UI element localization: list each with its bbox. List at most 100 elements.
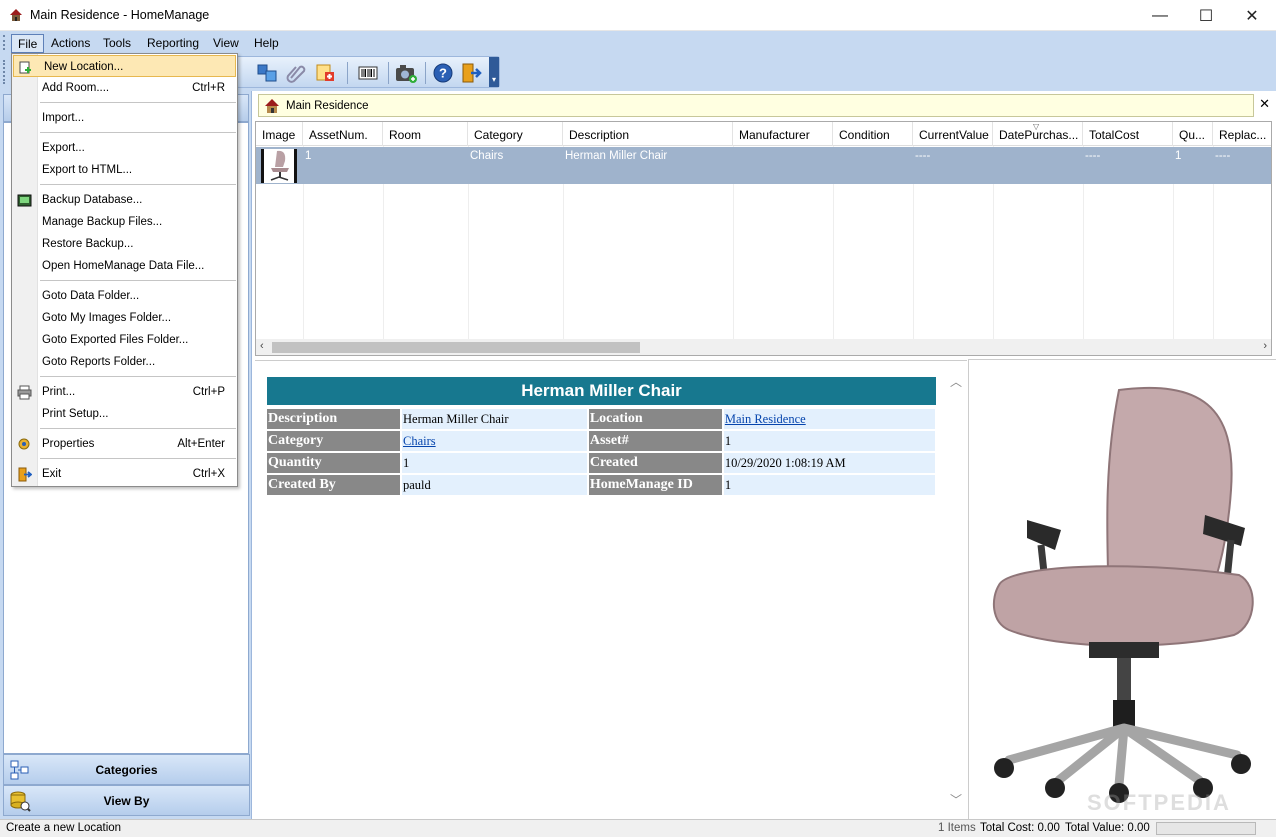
minimize-button[interactable]: — — [1137, 0, 1183, 31]
menu-reporting[interactable]: Reporting — [141, 34, 205, 53]
add-item-icon[interactable] — [313, 61, 337, 85]
toolbar-separator — [388, 62, 389, 84]
detail-row: Category Chairs Asset# 1 — [267, 431, 935, 451]
detail-key: Created By — [267, 475, 400, 495]
column-header-condition[interactable]: Condition — [833, 122, 913, 146]
scroll-right-arrow-icon[interactable]: › — [1263, 340, 1267, 352]
cell-totalcost: ---- — [1085, 150, 1101, 162]
svg-text:?: ? — [439, 66, 447, 81]
status-message: Create a new Location — [6, 822, 122, 834]
menu-item-restore-backup[interactable]: Restore Backup... — [12, 233, 237, 255]
close-pane-button[interactable]: ✕ — [1259, 96, 1270, 112]
menu-separator — [40, 102, 236, 103]
column-header-category[interactable]: Category — [468, 122, 563, 146]
menu-tools[interactable]: Tools — [97, 34, 137, 53]
app-house-icon — [10, 9, 22, 21]
detail-value: 1 — [402, 453, 587, 473]
menu-item-export-html[interactable]: Export to HTML... — [12, 159, 237, 181]
toolbar-grip[interactable] — [3, 60, 6, 84]
scrollbar-thumb[interactable] — [272, 342, 640, 353]
properties-icon — [18, 438, 30, 450]
column-header-totalcost[interactable]: TotalCost — [1083, 122, 1173, 146]
view-by-icon — [10, 791, 31, 812]
asset-thumbnail — [261, 149, 297, 183]
menubar-grip[interactable] — [3, 35, 6, 50]
detail-value: Chairs — [402, 431, 587, 451]
boxes-icon[interactable] — [255, 61, 279, 85]
category-link[interactable]: Chairs — [403, 434, 436, 448]
menu-item-goto-images-folder[interactable]: Goto My Images Folder... — [12, 307, 237, 329]
sort-indicator-icon: ▽ — [1033, 122, 1040, 131]
status-total-value: Total Value: 0.00 — [1065, 822, 1150, 834]
column-header-quantity[interactable]: Qu... — [1173, 122, 1213, 146]
column-header-room[interactable]: Room — [383, 122, 468, 146]
paperclip-icon[interactable] — [284, 61, 308, 85]
toolbar: ? ▾ — [236, 56, 500, 88]
horizontal-scrollbar[interactable]: ‹ › — [256, 339, 1271, 355]
cell-description: Herman Miller Chair — [565, 150, 668, 162]
toolbar-overflow-chevron-icon[interactable]: ▾ — [489, 57, 499, 87]
detail-value: 10/29/2020 1:08:19 AM — [723, 453, 935, 473]
column-header-manufacturer[interactable]: Manufacturer — [733, 122, 833, 146]
window-title: Main Residence - HomeManage — [30, 8, 210, 22]
breadcrumb-location[interactable]: Main Residence — [286, 100, 368, 112]
barcode-icon[interactable] — [356, 61, 380, 85]
detail-value: Herman Miller Chair — [402, 409, 587, 429]
detail-key: Category — [267, 431, 400, 451]
watermark-text: SOFTPEDIA — [1087, 790, 1231, 815]
menu-item-open-data-file[interactable]: Open HomeManage Data File... — [12, 255, 237, 277]
menu-file[interactable]: File — [11, 34, 45, 53]
menu-item-properties[interactable]: Properties Alt+Enter — [12, 433, 237, 455]
menu-item-goto-exported-folder[interactable]: Goto Exported Files Folder... — [12, 329, 237, 351]
menu-view[interactable]: View — [207, 34, 245, 53]
menu-item-exit[interactable]: Exit Ctrl+X — [12, 463, 237, 485]
house-icon — [265, 99, 279, 113]
exit-door-icon[interactable] — [459, 61, 483, 85]
categories-button[interactable]: Categories — [3, 754, 250, 785]
location-link[interactable]: Main Residence — [725, 412, 806, 426]
detail-vertical-scrollbar[interactable]: ︿ ﹀ — [948, 371, 964, 811]
help-icon[interactable]: ? — [431, 61, 455, 85]
column-header-replacement[interactable]: Replac... — [1213, 122, 1271, 146]
column-header-assetnum[interactable]: AssetNum. — [303, 122, 383, 146]
cell-replacement: ---- — [1215, 150, 1231, 162]
column-header-currentvalue[interactable]: CurrentValue — [913, 122, 993, 146]
scroll-left-arrow-icon[interactable]: ‹ — [260, 340, 264, 352]
scroll-down-arrow-icon[interactable]: ﹀ — [950, 791, 962, 808]
toolbar-separator — [347, 62, 348, 84]
menu-item-goto-reports-folder[interactable]: Goto Reports Folder... — [12, 351, 237, 373]
camera-add-icon[interactable] — [394, 61, 418, 85]
menu-separator — [40, 132, 236, 133]
categories-tree-icon — [10, 760, 29, 780]
new-location-icon — [19, 61, 31, 74]
menu-item-new-location[interactable]: New Location... — [13, 55, 236, 77]
cell-currentvalue: ---- — [915, 150, 931, 162]
detail-title: Herman Miller Chair — [267, 377, 936, 405]
scroll-up-arrow-icon[interactable]: ︿ — [950, 373, 962, 390]
detail-row: Quantity 1 Created 10/29/2020 1:08:19 AM — [267, 453, 935, 473]
column-header-image[interactable]: Image — [256, 122, 303, 146]
view-by-button[interactable]: View By — [3, 785, 250, 816]
menu-separator — [40, 458, 236, 459]
menu-help[interactable]: Help — [248, 34, 285, 53]
asset-grid[interactable]: Image AssetNum. Room Category Descriptio… — [255, 121, 1272, 356]
menu-separator — [40, 428, 236, 429]
menu-item-manage-backup-files[interactable]: Manage Backup Files... — [12, 211, 237, 233]
column-header-description[interactable]: Description — [563, 122, 733, 146]
menu-item-backup-database[interactable]: Backup Database... — [12, 189, 237, 211]
detail-key: Description — [267, 409, 400, 429]
menu-item-import[interactable]: Import... — [12, 107, 237, 129]
menu-item-export[interactable]: Export... — [12, 137, 237, 159]
menu-actions[interactable]: Actions — [45, 34, 96, 53]
menu-item-goto-data-folder[interactable]: Goto Data Folder... — [12, 285, 237, 307]
toolbar-separator — [425, 62, 426, 84]
detail-table: Description Herman Miller Chair Location… — [265, 407, 937, 497]
cell-category: Chairs — [470, 150, 504, 162]
menu-item-print-setup[interactable]: Print Setup... — [12, 403, 237, 425]
menu-item-print[interactable]: Print... Ctrl+P — [12, 381, 237, 403]
menu-item-add-room[interactable]: Add Room.... Ctrl+R — [12, 77, 237, 99]
detail-row: Created By pauld HomeManage ID 1 — [267, 475, 935, 495]
table-row[interactable]: 1 Chairs Herman Miller Chair ---- ---- 1… — [256, 147, 1271, 184]
close-window-button[interactable]: ✕ — [1229, 0, 1275, 31]
maximize-button[interactable]: ☐ — [1183, 0, 1229, 31]
